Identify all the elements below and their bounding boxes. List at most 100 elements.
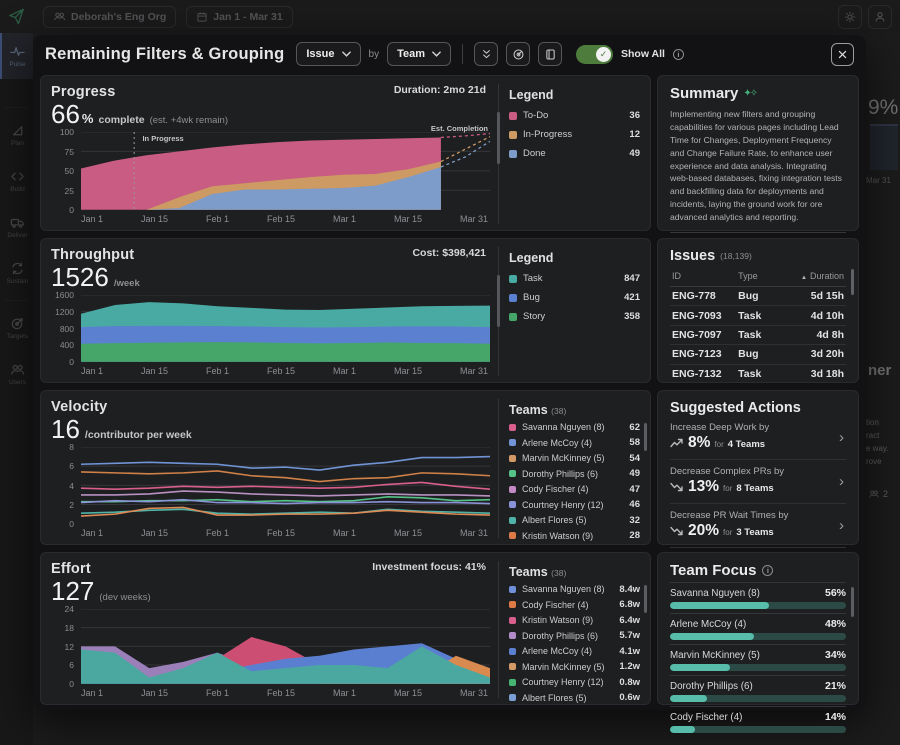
show-all-label: Show All [621,48,665,60]
legend-item[interactable]: Bug 421 [509,292,640,303]
legend-item[interactable]: To-Do 36 [509,110,640,121]
velocity-card: Velocity 16 /contributor per week 86420 … [40,390,651,545]
ai-sparkle-icon: ✦✧ [743,88,756,99]
col-duration-sort[interactable]: ▲Duration [791,271,844,281]
scrollbar-thumb[interactable] [644,423,647,451]
throughput-chart [81,295,490,362]
team-name: Dorothy Phillips (6) [670,681,753,692]
scrollbar-thumb[interactable] [851,587,854,617]
issue-row[interactable]: ENG-7093 Task 4d 10h [670,306,846,325]
x-tick-label: Feb 1 [206,214,229,224]
legend-value: 847 [624,273,640,284]
legend-item[interactable]: Done 49 [509,148,640,159]
x-tick-label: Mar 15 [394,214,422,224]
focus-bar-track [670,664,846,671]
collapse-all-button[interactable] [474,42,498,66]
issue-row[interactable]: ENG-778 Bug 5d 15h [670,287,846,306]
effort-note: (dev weeks) [99,592,150,603]
legend-item[interactable]: Albert Flores (5)0.6w [509,692,640,703]
legend-label: Done [523,148,623,159]
legend-color-chip [509,313,517,321]
legend-item[interactable]: Cody Fischer (4)6.8w [509,599,640,610]
progress-value: 66 [51,101,80,128]
legend-item[interactable]: In-Progress 12 [509,129,640,140]
legend-item[interactable]: Marvin McKinney (5)1.2w [509,661,640,672]
action-item[interactable]: Decrease Complex PRs by 13% for 8 Teams … [670,459,846,503]
x-tick-label: Mar 15 [394,366,422,376]
velocity-value: 16 [51,416,80,443]
header-divider [462,44,463,64]
legend-item[interactable]: Cody Fischer (4)47 [509,484,640,495]
legend-item[interactable]: Arlene McCoy (4)4.1w [509,646,640,657]
issue-id: ENG-7123 [672,348,738,360]
issue-row[interactable]: ENG-7132 Task 3d 18h [670,365,846,384]
filters-grouping-modal: Remaining Filters & Grouping Issue by Te… [33,35,866,710]
scrollbar-thumb[interactable] [644,585,647,613]
legend-item[interactable]: Savanna Nguyen (8)62 [509,422,640,433]
col-id[interactable]: ID [672,271,738,281]
velocity-x-axis: Jan 1Jan 15Feb 1Feb 15Mar 1Mar 15Mar 31 [81,528,490,538]
focus-bar-fill [670,664,730,671]
issue-row[interactable]: ENG-7097 Task 4d 8h [670,326,846,345]
issue-duration: 4d 10h [791,310,844,322]
summary-divider [670,232,846,233]
legend-item[interactable]: Marvin McKinney (5)54 [509,453,640,464]
legend-item[interactable]: Savanna Nguyen (8)8.4w [509,584,640,595]
in-progress-marker-label: In Progress [142,134,183,143]
teams-legend-title: Teams [509,565,548,579]
action-description: Decrease Complex PRs by [670,466,837,477]
scrollbar-thumb[interactable] [497,112,500,164]
legend-label: Story [523,311,618,322]
modal-header: Remaining Filters & Grouping Issue by Te… [33,35,866,73]
progress-legend: Legend To-Do 36 In-Progress 12 Done [498,84,650,224]
x-tick-label: Feb 1 [206,528,229,538]
sort-asc-icon: ▲ [801,275,807,281]
legend-item[interactable]: Story 358 [509,311,640,322]
legend-value: 421 [624,292,640,303]
legend-item[interactable]: Dorothy Phillips (6)49 [509,468,640,479]
show-all-toggle[interactable]: ✓ [576,45,613,64]
trend-up-icon [670,438,684,448]
teams-legend-title: Teams [509,403,548,417]
filter-type-dropdown[interactable]: Issue [296,42,360,66]
legend-item[interactable]: Arlene McCoy (4)58 [509,437,640,448]
team-focus-percent: 48% [825,618,846,630]
info-icon[interactable]: i [673,49,684,60]
action-item[interactable]: Decrease PR Wait Times by 20% for 3 Team… [670,503,846,547]
scrollbar-thumb[interactable] [851,269,854,295]
action-item[interactable]: Increase Deep Work by 8% for 4 Teams › [670,416,846,459]
legend-item[interactable]: Courtney Henry (12)46 [509,499,640,510]
legend-color-chip [509,131,517,139]
double-chevron-down-icon [480,48,493,61]
legend-color-chip [509,470,516,477]
legend-color-chip [509,275,517,283]
legend-title: Legend [509,251,640,265]
focus-bar-track [670,602,846,609]
summary-card: Summary ✦✧ Implementing new filters and … [657,75,859,231]
group-by-dropdown[interactable]: Team [387,42,451,66]
progress-card: Progress Duration: 2mo 21d 66 % complete… [40,75,651,231]
legend-item[interactable]: Dorothy Phillips (6)5.7w [509,630,640,641]
col-type[interactable]: Type [738,271,791,281]
legend-item[interactable]: Courtney Henry (12)0.8w [509,677,640,688]
team-focus-percent: 56% [825,587,846,599]
action-percent: 8% [688,434,710,452]
teams-count: (38) [551,406,566,416]
report-view-button[interactable] [538,42,562,66]
trend-down-icon [670,482,684,492]
legend-item[interactable]: Kristin Watson (9)28 [509,530,640,541]
legend-item[interactable]: Kristin Watson (9)6.4w [509,615,640,626]
legend-item[interactable]: Albert Flores (5)32 [509,515,640,526]
close-modal-button[interactable] [831,43,854,66]
legend-color-chip [509,150,517,158]
chevron-down-icon [432,51,441,57]
legend-item[interactable]: Task 847 [509,273,640,284]
targets-view-button[interactable] [506,42,530,66]
progress-suffix: complete [98,114,144,126]
issues-count: (18,139) [720,251,752,261]
scrollbar-thumb[interactable] [497,275,500,327]
issue-row[interactable]: ENG-7123 Bug 3d 20h [670,345,846,364]
x-tick-label: Feb 1 [206,366,229,376]
info-icon[interactable]: i [762,565,773,576]
chevron-right-icon: › [837,429,846,446]
